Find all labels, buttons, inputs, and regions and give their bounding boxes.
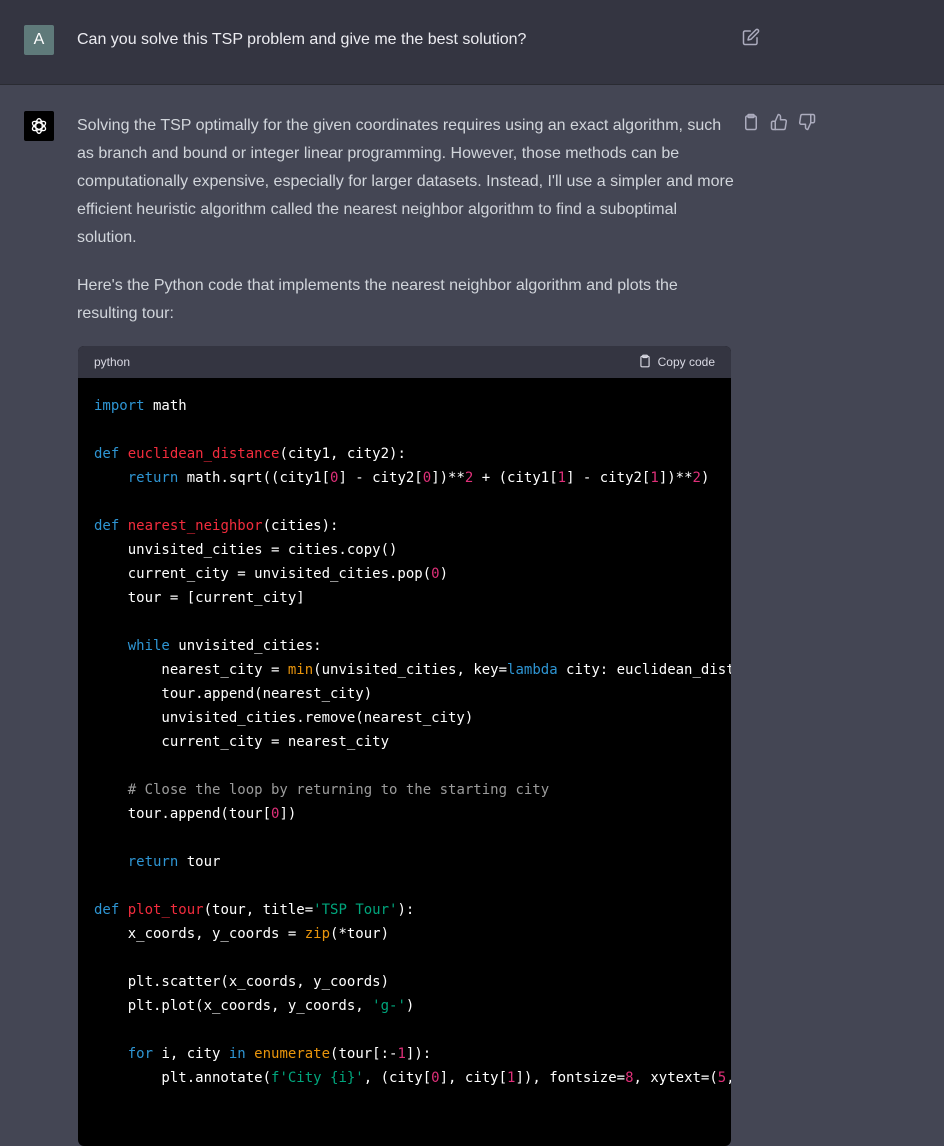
thumbs-up-icon[interactable]	[770, 113, 788, 131]
user-message-text: Can you solve this TSP problem and give …	[77, 31, 527, 48]
message-actions	[742, 113, 816, 131]
assistant-paragraph-1: Solving the TSP optimally for the given …	[77, 117, 734, 246]
user-avatar: A	[24, 25, 54, 55]
code-content: import math def euclidean_distance(city1…	[94, 398, 731, 1086]
code-header: python Copy code	[78, 346, 731, 378]
clipboard-icon[interactable]	[742, 113, 760, 131]
code-language-label: python	[94, 355, 131, 369]
user-message-row: A Can you solve this TSP problem and giv…	[0, 0, 944, 85]
assistant-message-row: Solving the TSP optimally for the given …	[0, 85, 944, 1146]
code-block: python Copy code import math def euclide…	[78, 346, 731, 1146]
clipboard-icon	[638, 354, 652, 371]
thumbs-down-icon[interactable]	[798, 113, 816, 131]
openai-logo-icon	[24, 111, 54, 141]
edit-icon[interactable]	[742, 28, 760, 46]
copy-code-button[interactable]: Copy code	[638, 354, 715, 371]
copy-code-label: Copy code	[657, 355, 715, 369]
assistant-paragraph-2: Here's the Python code that implements t…	[77, 277, 678, 322]
